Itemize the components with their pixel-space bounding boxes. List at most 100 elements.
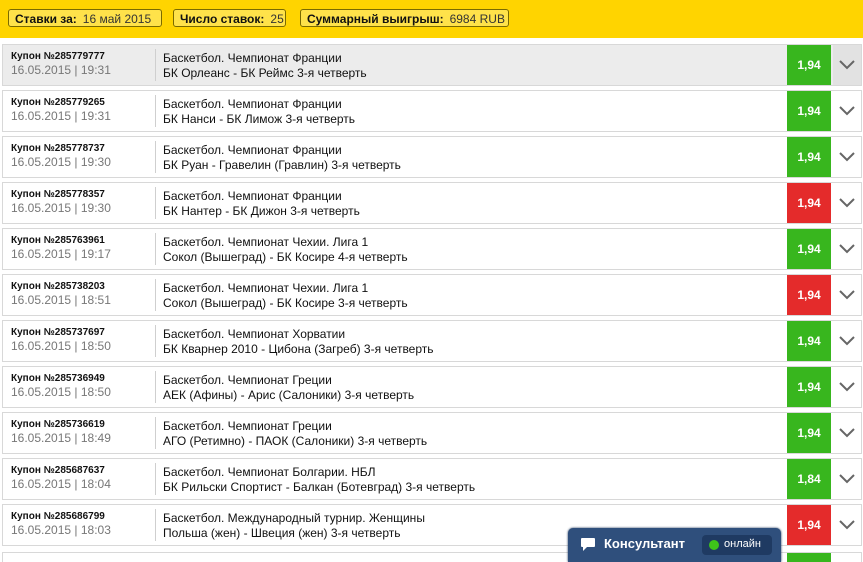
chevron-down-icon	[839, 520, 855, 530]
chevron-down-icon	[839, 198, 855, 208]
coupon-number: Купон №285738203	[11, 281, 105, 292]
chevron-down-icon	[839, 60, 855, 70]
match-name: БК Нантер - БК Дижон 3-я четверть	[163, 204, 360, 218]
league-name: Баскетбол. Чемпионат Чехии. Лига 1	[163, 281, 369, 295]
bet-row[interactable]: Купон №285738203 16.05.2015 | 18:51 Баскет…	[2, 274, 862, 316]
bets-date-value: 16 май 2015	[82, 12, 152, 26]
odds-badge: 1,84	[787, 459, 831, 499]
match-name: Сокол (Вышеград) - БК Косире 3-я четверт…	[163, 296, 408, 310]
expand-chevron-button[interactable]	[833, 275, 861, 315]
odds-badge: 1,94	[787, 91, 831, 131]
chat-bubble-icon	[580, 537, 596, 557]
column-divider	[155, 141, 156, 173]
match-name: БК Рильски Спортист - Балкан (Ботевград)…	[163, 480, 476, 494]
league-name: Баскетбол. Чемпионат Греции	[163, 419, 332, 433]
bet-row[interactable]: Купон №285736619 16.05.2015 | 18:49 Баскет…	[2, 412, 862, 454]
expand-chevron-button[interactable]	[833, 91, 861, 131]
expand-chevron-button[interactable]	[833, 321, 861, 361]
league-name: Баскетбол. Чемпионат Чехии. Лига 1	[163, 235, 369, 249]
column-divider	[155, 417, 156, 449]
bet-row[interactable]: Купон №285778357 16.05.2015 | 19:30 Баскет…	[2, 182, 862, 224]
coupon-number: Купон №285778357	[11, 189, 105, 200]
online-status-text: онлайн	[724, 538, 761, 550]
chevron-down-icon	[839, 336, 855, 346]
consultant-label: Консультант	[604, 536, 685, 551]
total-win-value: 6984 RUB	[449, 12, 505, 26]
online-status: онлайн	[702, 535, 772, 555]
consultant-chat-button[interactable]: Консультант онлайн	[568, 528, 781, 562]
bet-datetime: 16.05.2015 | 19:31	[11, 63, 111, 77]
odds-badge: 1,94	[787, 275, 831, 315]
coupon-number: Купон №285686799	[11, 511, 105, 522]
expand-chevron-button[interactable]	[833, 137, 861, 177]
expand-chevron-button[interactable]	[833, 45, 861, 85]
coupon-number: Купон №285763961	[11, 235, 105, 246]
bets-count-label: Число ставок:	[180, 12, 265, 26]
total-win-label: Суммарный выигрыш:	[307, 12, 444, 26]
league-name: Баскетбол. Чемпионат Франции	[163, 189, 342, 203]
column-divider	[155, 463, 156, 495]
expand-chevron-button[interactable]	[833, 413, 861, 453]
match-name: Сокол (Вышеград) - БК Косире 4-я четверт…	[163, 250, 408, 264]
chevron-down-icon	[839, 474, 855, 484]
league-name: Баскетбол. Международный турнир. Женщины	[163, 511, 425, 525]
expand-chevron-button[interactable]	[833, 505, 861, 545]
odds-badge: 1,94	[787, 45, 831, 85]
expand-chevron-button[interactable]	[833, 367, 861, 407]
odds-badge-partial	[787, 553, 831, 562]
bet-row[interactable]: Купон №285737697 16.05.2015 | 18:50 Баскет…	[2, 320, 862, 362]
league-name: Баскетбол. Чемпионат Хорватии	[163, 327, 346, 341]
match-name: Польша (жен) - Швеция (жен) 3-я четверть	[163, 526, 401, 540]
column-divider	[155, 49, 156, 81]
expand-chevron-button[interactable]	[833, 183, 861, 223]
league-name: Баскетбол. Чемпионат Франции	[163, 51, 342, 65]
column-divider	[155, 325, 156, 357]
bet-row[interactable]: Купон №285779777 16.05.2015 | 19:31 Баскет…	[2, 44, 862, 86]
bet-datetime: 16.05.2015 | 18:04	[11, 477, 111, 491]
bet-datetime: 16.05.2015 | 18:03	[11, 523, 111, 537]
match-name: БК Руан - Гравелин (Гравлин) 3-я четверт…	[163, 158, 401, 172]
bet-datetime: 16.05.2015 | 18:50	[11, 339, 111, 353]
column-divider	[155, 233, 156, 265]
total-win-badge: Суммарный выигрыш: 6984 RUB	[300, 9, 509, 27]
bet-row[interactable]: Купон №285736949 16.05.2015 | 18:50 Баскет…	[2, 366, 862, 408]
column-divider	[155, 279, 156, 311]
match-name: БК Орлеанс - БК Реймс 3-я четверть	[163, 66, 367, 80]
match-name: БК Кварнер 2010 - Цибона (Загреб) 3-я че…	[163, 342, 434, 356]
bet-row[interactable]: Купон №285763961 16.05.2015 | 19:17 Баскет…	[2, 228, 862, 270]
column-divider	[155, 371, 156, 403]
league-name: Баскетбол. Чемпионат Греции	[163, 373, 332, 387]
summary-bar: Ставки за: 16 май 2015 Число ставок: 25 Су…	[0, 0, 863, 38]
coupon-number: Купон №285687637	[11, 465, 105, 476]
league-name: Баскетбол. Чемпионат Болгарии. НБЛ	[163, 465, 376, 479]
chevron-down-icon	[839, 152, 855, 162]
bet-row[interactable]: Купон №285687637 16.05.2015 | 18:04 Баскет…	[2, 458, 862, 500]
odds-badge: 1,94	[787, 137, 831, 177]
coupon-number: Купон №285736949	[11, 373, 105, 384]
expand-chevron-button[interactable]	[833, 459, 861, 499]
bet-row[interactable]: Купон №285778737 16.05.2015 | 19:30 Баскет…	[2, 136, 862, 178]
expand-chevron-button[interactable]	[833, 229, 861, 269]
odds-badge: 1,94	[787, 367, 831, 407]
bet-datetime: 16.05.2015 | 19:17	[11, 247, 111, 261]
bets-date-filter[interactable]: Ставки за: 16 май 2015	[8, 9, 162, 27]
bets-date-label: Ставки за:	[15, 12, 77, 26]
bet-row[interactable]: Купон №285779265 16.05.2015 | 19:31 Баскет…	[2, 90, 862, 132]
coupon-number: Купон №285779265	[11, 97, 105, 108]
league-name: Баскетбол. Чемпионат Франции	[163, 97, 342, 111]
match-name: БК Нанси - БК Лимож 3-я четверть	[163, 112, 356, 126]
online-dot-icon	[709, 540, 719, 550]
odds-badge: 1,94	[787, 229, 831, 269]
bet-datetime: 16.05.2015 | 18:49	[11, 431, 111, 445]
bet-datetime: 16.05.2015 | 18:50	[11, 385, 111, 399]
league-name: Баскетбол. Чемпионат Франции	[163, 143, 342, 157]
column-divider	[155, 187, 156, 219]
chevron-down-icon	[839, 106, 855, 116]
chevron-down-icon	[839, 244, 855, 254]
coupon-number: Купон №285737697	[11, 327, 105, 338]
coupon-number: Купон №285778737	[11, 143, 105, 154]
odds-badge: 1,94	[787, 183, 831, 223]
column-divider	[155, 95, 156, 127]
odds-badge: 1,94	[787, 505, 831, 545]
match-name: АГО (Ретимно) - ПАОК (Салоники) 3-я четв…	[163, 434, 428, 448]
